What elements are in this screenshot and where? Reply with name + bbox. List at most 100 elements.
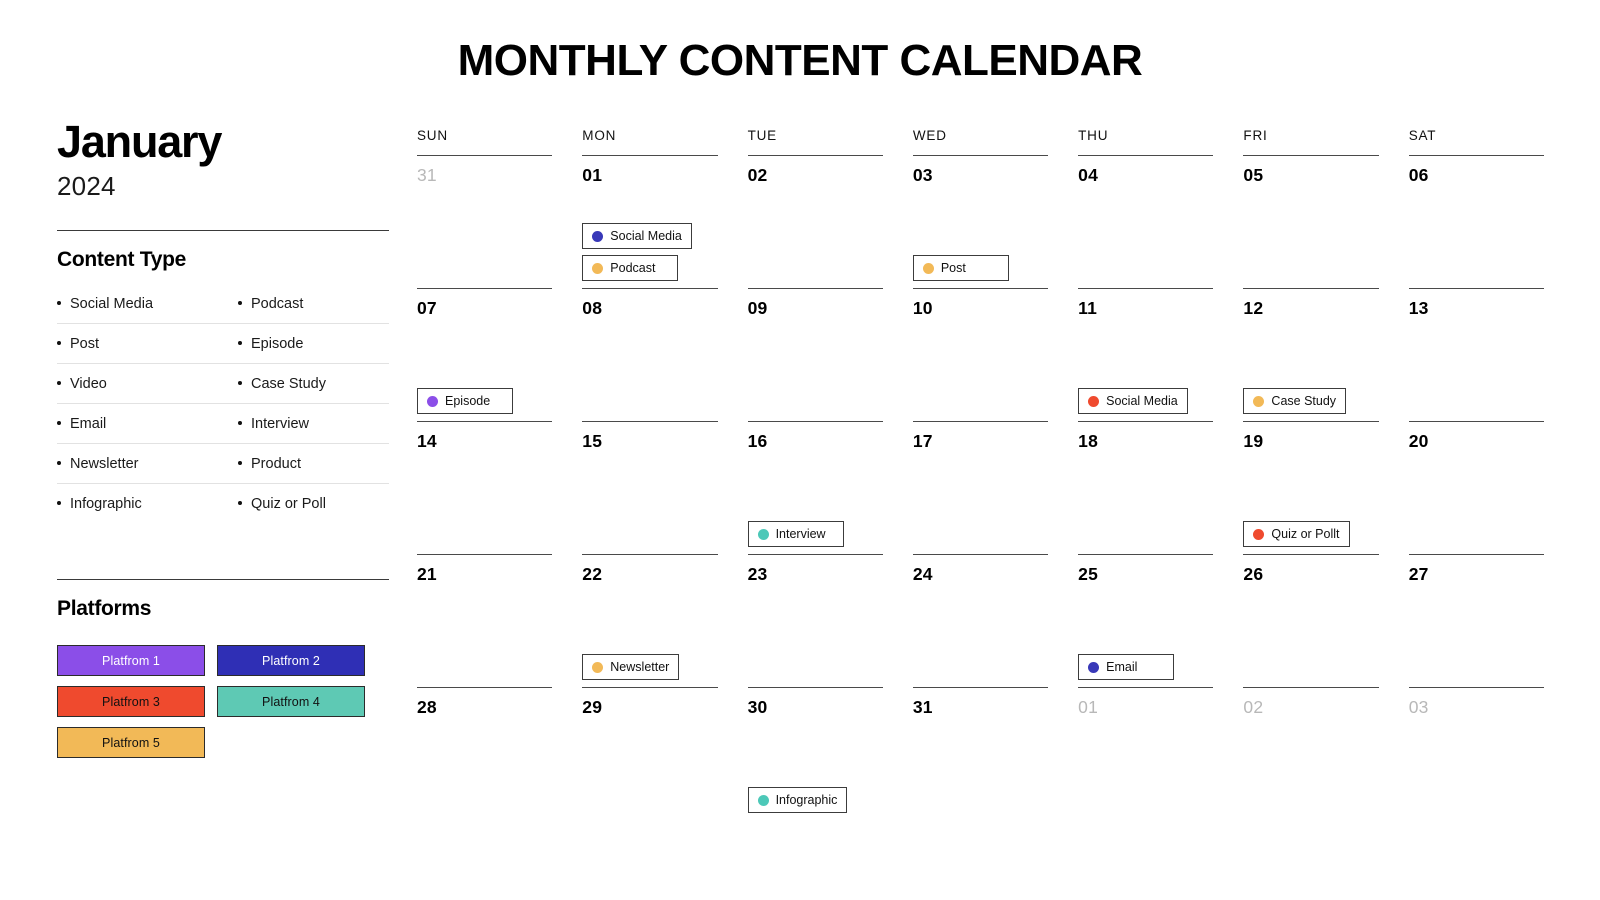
content-type-item[interactable]: Infographic [57, 496, 238, 512]
platform-swatch[interactable]: Platfrom 4 [217, 686, 365, 718]
calendar-day-cell[interactable]: 26 [1243, 554, 1379, 687]
content-type-item[interactable]: Interview [238, 416, 388, 432]
day-number: 26 [1243, 564, 1264, 584]
day-number: 20 [1408, 431, 1429, 451]
calendar-day-cell[interactable]: 09 [747, 288, 883, 421]
day-number: 27 [1408, 564, 1429, 584]
calendar-event-chip[interactable]: Social Media [1078, 388, 1188, 414]
day-header-wed: WED [912, 128, 947, 143]
content-type-item[interactable]: Episode [238, 336, 388, 352]
event-color-dot-icon [1253, 395, 1265, 407]
content-type-item[interactable]: Post [57, 336, 238, 352]
calendar-day-cell[interactable]: 03 Post [912, 155, 1049, 288]
calendar-day-cell[interactable]: 15 [582, 421, 718, 554]
content-type-row: Video Case Study [57, 376, 389, 405]
calendar-day-cell[interactable]: 27 [1408, 554, 1544, 687]
content-type-row: Newsletter Product [57, 456, 389, 485]
day-events: Social Media Podcast [582, 223, 717, 281]
calendar-event-chip[interactable]: Newsletter [582, 654, 680, 680]
calendar-day-cell[interactable]: 10 [912, 288, 1049, 421]
calendar-day-headers: SUN MON TUE WED THU FRI SAT [417, 128, 1544, 155]
platform-swatch[interactable]: Platfrom 1 [57, 645, 205, 677]
platform-swatch[interactable]: Platfrom 5 [57, 727, 205, 759]
calendar-day-cell[interactable]: 06 [1408, 155, 1544, 288]
content-type-label: Email [70, 416, 107, 433]
day-events: Episode [417, 388, 552, 414]
day-header-mon: MON [582, 128, 617, 143]
calendar-day-cell[interactable]: 12 Case Study [1243, 288, 1379, 421]
calendar-day-cell[interactable]: 31 [912, 687, 1049, 820]
calendar-event-chip[interactable]: Episode [417, 388, 513, 414]
content-type-item[interactable]: Podcast [238, 296, 388, 312]
calendar-event-chip[interactable]: Email [1078, 654, 1175, 680]
event-color-dot-icon [922, 262, 934, 274]
day-number: 10 [912, 298, 933, 318]
calendar-day-cell[interactable]: 19 Quiz or Pollt [1243, 421, 1379, 554]
platform-label: Platfrom 2 [262, 653, 320, 668]
content-type-label: Social Media [70, 296, 154, 313]
day-number: 13 [1408, 298, 1429, 318]
calendar-day-cell[interactable]: 03 [1408, 687, 1544, 820]
calendar-day-cell[interactable]: 25 Email [1078, 554, 1214, 687]
day-number: 04 [1078, 165, 1099, 185]
day-number: 01 [582, 165, 603, 185]
calendar-day-cell[interactable]: 07 Episode [417, 288, 553, 421]
calendar-day-cell[interactable]: 02 [747, 155, 883, 288]
day-number: 25 [1078, 564, 1099, 584]
calendar-event-chip[interactable]: Social Media [582, 223, 692, 249]
day-number: 12 [1243, 298, 1264, 318]
calendar-day-cell[interactable]: 01 [1078, 687, 1214, 820]
day-events: Quiz or Pollt [1243, 521, 1378, 547]
calendar-day-cell[interactable]: 29 [582, 687, 718, 820]
calendar-day-cell[interactable]: 04 [1078, 155, 1214, 288]
day-number: 09 [747, 298, 768, 318]
day-number: 19 [1243, 431, 1264, 451]
calendar-day-cell[interactable]: 22 Newsletter [582, 554, 718, 687]
calendar-day-cell[interactable]: 11 Social Media [1078, 288, 1214, 421]
calendar-day-cell[interactable]: 17 [912, 421, 1049, 554]
platform-swatch[interactable]: Platfrom 2 [217, 645, 365, 677]
content-type-item[interactable]: Social Media [57, 296, 238, 312]
platform-swatch[interactable]: Platfrom 3 [57, 686, 205, 718]
content-type-item[interactable]: Newsletter [57, 456, 238, 472]
calendar-page: MONTHLY CONTENT CALENDAR January 2024 Co… [0, 0, 1600, 900]
calendar-event-chip[interactable]: Quiz or Pollt [1243, 521, 1350, 547]
calendar-event-chip[interactable]: Podcast [582, 255, 679, 281]
content-type-item[interactable]: Email [57, 416, 238, 432]
content-type-item[interactable]: Product [238, 456, 388, 472]
content-type-item[interactable]: Quiz or Poll [238, 496, 388, 512]
content-type-item[interactable]: Case Study [238, 376, 388, 392]
calendar-day-cell[interactable]: 31 [417, 155, 553, 288]
calendar-day-cell[interactable]: 28 [417, 687, 553, 820]
calendar-event-chip[interactable]: Case Study [1243, 388, 1347, 414]
bullet-icon [238, 461, 242, 466]
day-events: Social Media [1078, 388, 1213, 414]
calendar-day-cell[interactable]: 18 [1078, 421, 1214, 554]
calendar-day-cell[interactable]: 16 Interview [747, 421, 883, 554]
calendar-day-cell[interactable]: 23 [747, 554, 883, 687]
calendar-event-chip[interactable]: Post [912, 255, 1009, 281]
calendar-event-chip[interactable]: Interview [747, 521, 844, 547]
calendar-day-cell[interactable]: 24 [912, 554, 1049, 687]
bullet-icon [57, 461, 61, 466]
day-number: 03 [1408, 697, 1429, 717]
calendar-day-cell[interactable]: 13 [1408, 288, 1544, 421]
event-color-dot-icon [427, 395, 438, 407]
calendar-event-chip[interactable]: Infographic [747, 787, 848, 813]
content-type-item[interactable]: Video [57, 376, 238, 392]
calendar-week-row: 14 15 16 Interview 17 18 19 Quiz or Pollt 20 [417, 421, 1544, 554]
event-label: Social Media [1106, 394, 1178, 408]
calendar-day-cell[interactable]: 20 [1408, 421, 1544, 554]
event-color-dot-icon [592, 262, 604, 274]
calendar-day-cell[interactable]: 30 Infographic [747, 687, 883, 820]
calendar-day-cell[interactable]: 21 [417, 554, 553, 687]
calendar-week-row: 31 01 Social Media Podcast 02 03 Post 04 05 06 [417, 155, 1544, 288]
event-color-dot-icon [757, 528, 769, 540]
event-label: Case Study [1271, 394, 1337, 408]
calendar-day-cell[interactable]: 05 [1243, 155, 1379, 288]
calendar-day-cell[interactable]: 02 [1243, 687, 1379, 820]
calendar-day-cell[interactable]: 14 [417, 421, 553, 554]
day-number: 11 [1078, 298, 1098, 318]
calendar-day-cell[interactable]: 08 [582, 288, 718, 421]
calendar-day-cell[interactable]: 01 Social Media Podcast [582, 155, 718, 288]
